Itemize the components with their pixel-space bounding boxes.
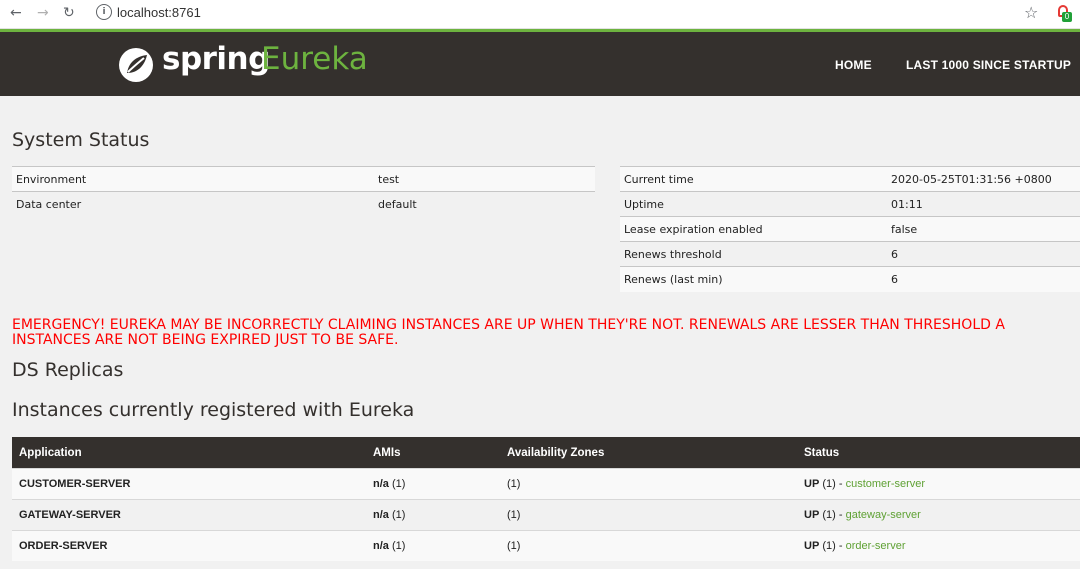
instances-table: Application AMIs Availability Zones Stat… [12, 437, 1080, 561]
arrow-right-icon[interactable]: → [37, 3, 49, 23]
zones-cell: (1) [500, 468, 797, 500]
status-label: Renews (last min) [620, 266, 887, 292]
system-status-left-table: Environment test Data center default [12, 166, 595, 217]
ds-replicas-title: DS Replicas [12, 359, 124, 381]
reload-icon[interactable]: ↻ [63, 3, 75, 23]
status-count: (1) [822, 540, 836, 552]
status-value: 6 [887, 241, 1080, 267]
status-value: 6 [887, 266, 1080, 292]
status-row-lease-expiration: Lease expiration enabled false [620, 216, 1080, 242]
status-value: test [374, 166, 595, 192]
nav-home[interactable]: HOME [835, 58, 872, 72]
status-label: UP [804, 540, 820, 552]
instances-title: Instances currently registered with Eure… [12, 399, 415, 421]
browser-toolbar: ← → ↻ i localhost:8761 ☆ 0 [0, 0, 1080, 29]
spring-leaf-icon [119, 48, 153, 82]
zones-cell: (1) [500, 499, 797, 531]
col-availability-zones: Availability Zones [500, 437, 797, 469]
extension-icon[interactable]: 0 [1057, 5, 1072, 22]
ami-count: (1) [391, 540, 406, 552]
application-name: CUSTOMER-SERVER [12, 468, 366, 500]
status-row-environment: Environment test [12, 166, 595, 192]
status-separator: - [838, 509, 843, 521]
emergency-line-1: EMERGENCY! EUREKA MAY BE INCORRECTLY CLA… [12, 318, 1005, 333]
col-status: Status [797, 437, 1080, 469]
brand-spring: spring [162, 41, 270, 77]
col-amis: AMIs [366, 437, 500, 469]
status-label: UP [804, 509, 820, 521]
table-row: GATEWAY-SERVER n/a (1) (1) UP (1) - gate… [12, 499, 1080, 531]
emergency-line-2: INSTANCES ARE NOT BEING EXPIRED JUST TO … [12, 332, 399, 348]
application-name: GATEWAY-SERVER [12, 499, 366, 531]
status-row-data-center: Data center default [12, 191, 595, 217]
table-row: CUSTOMER-SERVER n/a (1) (1) UP (1) - cus… [12, 468, 1080, 500]
ami-label: n/a [373, 509, 389, 521]
ami-count: (1) [391, 509, 406, 521]
star-icon[interactable]: ☆ [1024, 3, 1038, 22]
status-row-uptime: Uptime 01:11 [620, 191, 1080, 217]
status-row-current-time: Current time 2020-05-25T01:31:56 +0800 [620, 166, 1080, 192]
arrow-left-icon[interactable]: ← [10, 3, 22, 23]
instance-link[interactable]: order-server [846, 540, 906, 552]
nav-last-1000-since-startup[interactable]: LAST 1000 SINCE STARTUP [906, 58, 1071, 72]
table-row: ORDER-SERVER n/a (1) (1) UP (1) - order-… [12, 530, 1080, 561]
status-cell: UP (1) - customer-server [797, 468, 1080, 500]
status-cell: UP (1) - order-server [797, 530, 1080, 561]
status-count: (1) [822, 478, 836, 490]
status-row-renews-threshold: Renews threshold 6 [620, 241, 1080, 267]
status-label: Lease expiration enabled [620, 216, 887, 242]
status-count: (1) [822, 509, 836, 521]
status-label: Renews threshold [620, 241, 887, 267]
status-label: Uptime [620, 191, 887, 217]
status-value: false [887, 216, 1080, 242]
status-cell: UP (1) - gateway-server [797, 499, 1080, 531]
status-label: Environment [12, 166, 374, 192]
status-label: Current time [620, 166, 887, 192]
app-header: spring Eureka HOME LAST 1000 SINCE START… [0, 29, 1080, 96]
ami-label: n/a [373, 478, 389, 490]
instances-header-row: Application AMIs Availability Zones Stat… [12, 437, 1080, 469]
status-value: default [374, 191, 595, 217]
brand-eureka: Eureka [261, 41, 368, 77]
info-icon[interactable]: i [96, 4, 112, 20]
ami-cell: n/a (1) [366, 530, 500, 561]
ami-cell: n/a (1) [366, 499, 500, 531]
col-application: Application [12, 437, 366, 469]
address-bar[interactable]: localhost:8761 [117, 5, 201, 20]
instance-link[interactable]: gateway-server [846, 509, 921, 521]
instance-link[interactable]: customer-server [846, 478, 925, 490]
extension-badge: 0 [1062, 12, 1072, 22]
ami-cell: n/a (1) [366, 468, 500, 500]
application-name: ORDER-SERVER [12, 530, 366, 561]
system-status-title: System Status [12, 129, 150, 151]
emergency-warning: EMERGENCY! EUREKA MAY BE INCORRECTLY CLA… [12, 318, 1080, 348]
system-status-right-table: Current time 2020-05-25T01:31:56 +0800 U… [620, 166, 1080, 292]
status-separator: - [838, 540, 843, 552]
ami-count: (1) [391, 478, 406, 490]
status-separator: - [838, 478, 843, 490]
ami-label: n/a [373, 540, 389, 552]
status-row-renews-last-min: Renews (last min) 6 [620, 266, 1080, 292]
status-value: 2020-05-25T01:31:56 +0800 [887, 166, 1080, 192]
status-label: Data center [12, 191, 374, 217]
zones-cell: (1) [500, 530, 797, 561]
status-label: UP [804, 478, 820, 490]
status-value: 01:11 [887, 191, 1080, 217]
